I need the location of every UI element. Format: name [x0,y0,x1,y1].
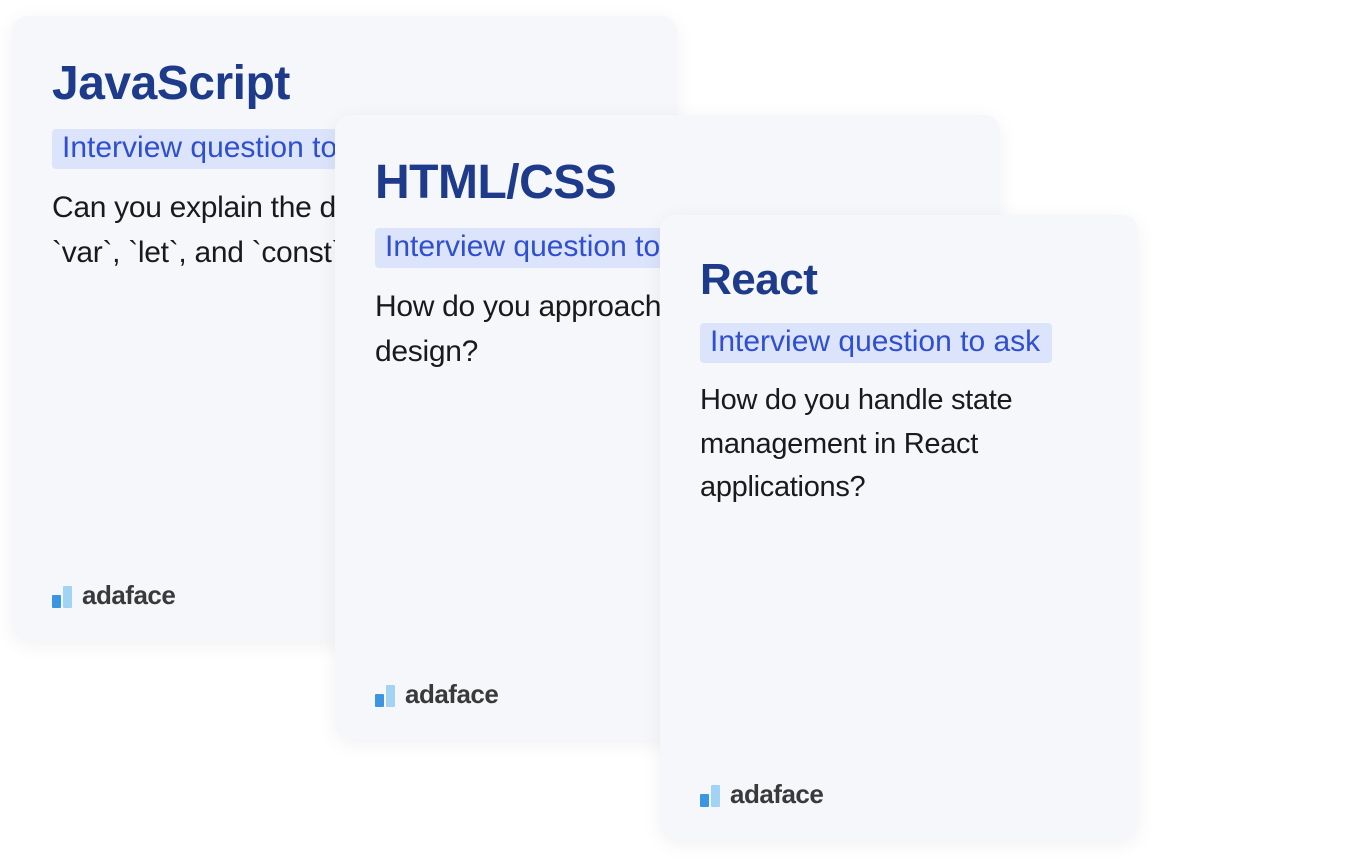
adaface-logo-icon [700,783,720,807]
brand-name: adaface [405,679,498,710]
adaface-logo-icon [52,584,72,608]
card-title: HTML/CSS [375,155,960,210]
card-title: JavaScript [52,56,637,111]
brand-name: adaface [82,580,175,611]
card-title: React [700,255,1098,305]
adaface-logo-icon [375,683,395,707]
card-question: How do you handle state management in Re… [700,379,1098,510]
card-footer: adaface [700,779,1098,810]
brand-name: adaface [730,779,823,810]
interview-card-react: React Interview question to ask How do y… [660,215,1138,840]
card-label: Interview question to ask [700,323,1052,363]
